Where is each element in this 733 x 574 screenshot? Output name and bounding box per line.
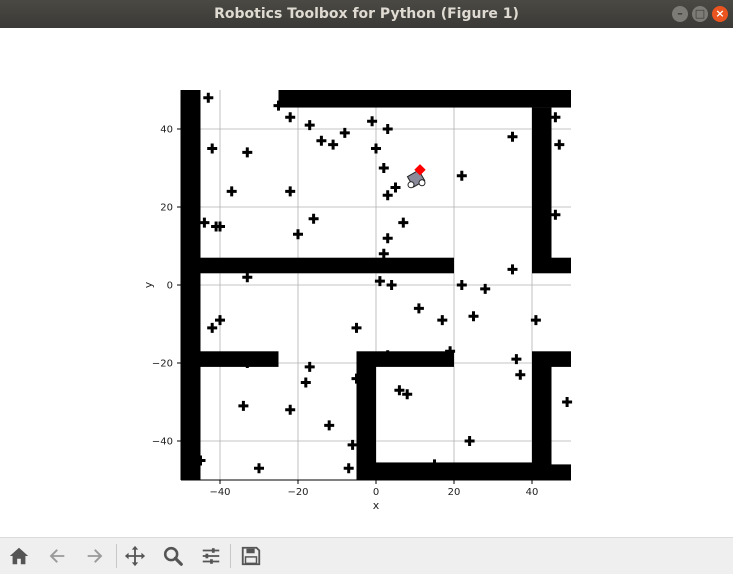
landmark-marker xyxy=(285,404,296,415)
zoom-icon xyxy=(163,546,183,566)
landmark-marker xyxy=(398,217,409,228)
figure-canvas[interactable]: −40 −20 0 20 40 −40 −20 0 20 40 x y xyxy=(0,28,733,537)
landmark-marker xyxy=(390,182,401,193)
landmark-marker xyxy=(242,272,253,283)
x-axis-label: x xyxy=(373,499,380,512)
map-wall xyxy=(200,351,279,367)
landmark-marker xyxy=(562,397,573,407)
landmark-marker xyxy=(343,463,354,474)
map-wall xyxy=(356,351,376,480)
landmark-marker xyxy=(215,315,225,326)
landmark-marker xyxy=(507,264,518,275)
forward-arrow-icon xyxy=(87,549,103,563)
landmark-marker xyxy=(328,139,339,150)
y-tick-label: 20 xyxy=(160,203,173,214)
map-wall xyxy=(532,107,552,274)
landmark-marker xyxy=(456,280,467,290)
landmark-marker xyxy=(550,209,561,220)
landmark-marker xyxy=(300,377,311,388)
landmark-marker xyxy=(285,186,296,197)
save-button[interactable] xyxy=(236,542,266,570)
landmark-marker xyxy=(378,248,389,259)
landmark-marker xyxy=(464,436,475,446)
landmark-marker xyxy=(308,213,319,224)
home-icon xyxy=(9,547,29,565)
y-tick-label: 0 xyxy=(167,281,173,292)
map-wall xyxy=(551,257,571,274)
landmark-marker xyxy=(386,280,397,290)
landmark-marker xyxy=(207,322,218,333)
landmark-marker xyxy=(437,315,448,326)
configure-subplots-button[interactable] xyxy=(196,542,226,570)
minimize-icon[interactable]: – xyxy=(672,6,688,22)
map-wall xyxy=(532,351,552,480)
y-tick-label: −20 xyxy=(152,359,173,370)
landmark-marker xyxy=(371,143,381,154)
landmark-marker xyxy=(530,315,541,326)
landmark-marker xyxy=(207,143,218,154)
back-arrow-icon xyxy=(49,549,65,563)
landmark-marker xyxy=(316,135,327,146)
landmark-marker xyxy=(324,420,335,431)
landmark-marker xyxy=(285,112,296,123)
landmark-marker xyxy=(456,170,467,181)
map-wall xyxy=(551,464,571,480)
pan-button[interactable] xyxy=(120,542,150,570)
toolbar-separator xyxy=(230,544,231,568)
landmark-marker xyxy=(413,303,424,314)
map-wall xyxy=(376,462,532,480)
landmark-marker xyxy=(382,190,393,201)
landmark-marker xyxy=(351,322,362,333)
map-wall xyxy=(181,90,201,480)
robot-marker xyxy=(406,164,426,189)
window-title: Robotics Toolbox for Python (Figure 1) xyxy=(214,6,519,22)
y-axis-label: y xyxy=(142,281,155,288)
x-tick-label: 0 xyxy=(373,487,379,498)
x-tick-label: 40 xyxy=(526,487,539,498)
back-button[interactable] xyxy=(42,542,72,570)
save-icon xyxy=(241,546,261,566)
landmark-markers xyxy=(195,92,573,474)
landmark-marker xyxy=(238,400,249,411)
landmark-marker xyxy=(515,369,526,380)
landmark-marker xyxy=(378,163,389,173)
robot-wheel xyxy=(418,179,426,187)
robot-wheel xyxy=(407,181,415,189)
title-bar[interactable]: Robotics Toolbox for Python (Figure 1) –… xyxy=(0,0,733,29)
landmark-marker xyxy=(203,92,214,103)
landmark-marker xyxy=(254,463,264,474)
x-tick-label: −20 xyxy=(287,487,308,498)
y-tick-label: 40 xyxy=(160,125,173,136)
configure-subplots-icon xyxy=(202,548,220,564)
zoom-button[interactable] xyxy=(158,542,188,570)
pan-icon xyxy=(124,545,146,567)
landmark-marker xyxy=(468,311,479,322)
forward-button[interactable] xyxy=(80,542,110,570)
x-tick-label: 20 xyxy=(448,487,461,498)
landmark-marker xyxy=(507,131,518,142)
toolbar-separator xyxy=(116,544,117,568)
landmark-marker xyxy=(226,186,237,197)
landmark-marker xyxy=(293,229,303,240)
y-tick-label: −40 xyxy=(152,437,173,448)
landmark-marker xyxy=(382,233,393,244)
maximize-icon[interactable]: □ xyxy=(692,6,708,22)
landmark-marker xyxy=(242,147,253,158)
landmark-marker xyxy=(382,124,393,134)
navigation-toolbar xyxy=(0,537,733,574)
map-wall xyxy=(200,257,454,274)
map-wall xyxy=(551,351,571,367)
landmark-marker xyxy=(554,139,565,150)
map-wall xyxy=(278,90,571,108)
x-tick-label: −40 xyxy=(209,487,230,498)
landmark-marker xyxy=(199,217,210,228)
close-icon[interactable]: × xyxy=(712,6,728,22)
home-button[interactable] xyxy=(4,542,34,570)
plot-area[interactable]: −40 −20 0 20 40 −40 −20 0 20 40 x y xyxy=(0,28,733,537)
landmark-marker xyxy=(550,112,561,123)
